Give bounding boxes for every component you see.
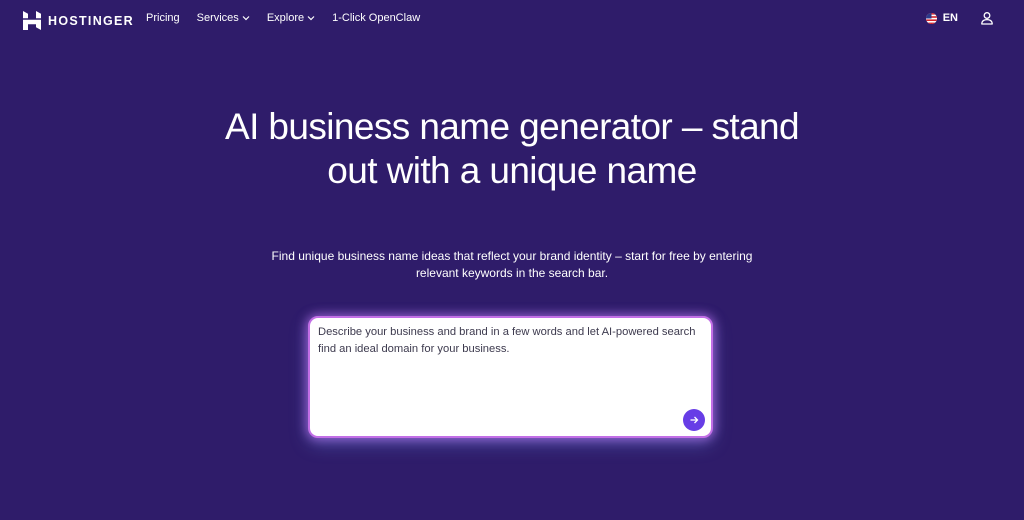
ai-search-box <box>308 316 713 438</box>
page: HOSTINGER Pricing Services Explore 1-Cli… <box>0 0 1024 520</box>
header-actions: EN <box>925 11 994 25</box>
nav-item-explore[interactable]: Explore <box>267 12 315 24</box>
nav-item-label: 1-Click OpenClaw <box>332 12 421 24</box>
chevron-down-icon <box>242 16 250 21</box>
page-subtitle: Find unique business name ideas that ref… <box>271 249 753 280</box>
nav-item-label: Services <box>196 12 239 24</box>
submit-search-button[interactable] <box>683 409 705 431</box>
nav-item-label: Explore <box>266 12 305 24</box>
nav-item-openclaw[interactable]: 1-Click OpenClaw <box>332 12 420 24</box>
arrow-right-icon <box>690 416 699 424</box>
brand-name: HOSTINGER <box>48 13 135 28</box>
hostinger-logo[interactable]: HOSTINGER <box>23 11 134 30</box>
nav-item-pricing[interactable]: Pricing <box>146 12 180 24</box>
top-navigation: HOSTINGER Pricing Services Explore 1-Cli… <box>0 0 1024 40</box>
nav-item-services[interactable]: Services <box>197 12 250 24</box>
main-nav: Pricing Services Explore 1-Click OpenCla… <box>146 12 437 24</box>
us-flag-icon <box>925 12 937 24</box>
page-title: AI business name generator – stand out w… <box>224 106 800 191</box>
business-description-input[interactable] <box>318 324 703 404</box>
chevron-down-icon <box>307 16 315 21</box>
hostinger-logo-icon <box>23 11 41 30</box>
language-selector[interactable]: EN <box>925 12 958 24</box>
nav-item-label: Pricing <box>146 12 180 24</box>
user-icon[interactable] <box>980 11 994 25</box>
language-label: EN <box>942 12 958 24</box>
